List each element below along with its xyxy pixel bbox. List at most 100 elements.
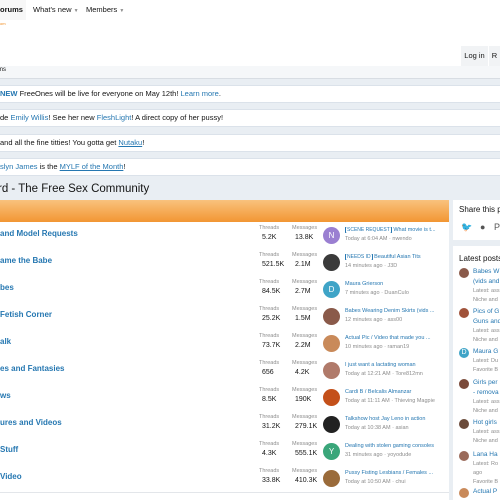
latest-post-forum[interactable]: Favorite B xyxy=(473,367,498,373)
forum-title[interactable]: Fetish Corner xyxy=(0,310,52,319)
avatar[interactable] xyxy=(459,379,469,389)
latest-post-meta: Latest: ass xyxy=(473,399,500,405)
latest-post-title[interactable]: Babes W xyxy=(473,268,499,275)
latest-post-forum[interactable]: Niche and xyxy=(473,297,498,303)
messages-count: 555.1K xyxy=(295,450,318,457)
avatar[interactable] xyxy=(323,389,340,406)
page-title: rd - The Free Sex Community xyxy=(0,183,150,195)
forum-row: es and Fantasies Threads 656 Messages 4.… xyxy=(0,357,449,385)
latest-thread-title[interactable]: I just want a lactating woman xyxy=(345,362,445,368)
forum-title[interactable]: bes xyxy=(0,283,14,292)
avatar[interactable]: D xyxy=(323,281,340,298)
avatar[interactable]: D xyxy=(459,348,469,358)
forum-title[interactable]: Stuff xyxy=(0,445,18,454)
login-button[interactable]: Log in xyxy=(461,46,488,66)
nutaku-link[interactable]: Nutaku xyxy=(118,138,142,147)
nav-tab-members[interactable]: Members ▼ xyxy=(86,0,124,20)
fleshlight-link[interactable]: FleshLight xyxy=(97,113,132,122)
latest-post-title[interactable]: Hot girls xyxy=(473,419,497,426)
sub-nav-item[interactable]: ms xyxy=(0,67,6,73)
forum-title[interactable]: and Model Requests xyxy=(0,229,78,238)
latest-post-title[interactable]: Pics of G xyxy=(473,308,499,315)
forum-title[interactable]: es and Fantasies xyxy=(0,364,64,373)
threads-count: 73.7K xyxy=(262,342,281,349)
reddit-icon[interactable]: ● xyxy=(480,222,485,232)
messages-label: Messages xyxy=(292,306,318,312)
forum-row: Fetish Corner Threads 25.2K Messages 1.5… xyxy=(0,303,449,331)
latest-thread-title[interactable]: Talkshow host Jay Leno in action xyxy=(345,416,445,422)
avatar[interactable] xyxy=(323,362,340,379)
latest-thread-meta: 14 minutes ago · J3D xyxy=(345,263,398,269)
avatar[interactable] xyxy=(459,488,469,498)
register-button[interactable]: R xyxy=(489,46,500,66)
forum-title[interactable]: ures and Videos xyxy=(0,418,62,427)
category-header[interactable] xyxy=(0,200,449,222)
threads-label: Threads xyxy=(259,414,280,420)
threads-count: 31.2K xyxy=(262,423,281,430)
avatar[interactable] xyxy=(323,416,340,433)
messages-count: 2.1M xyxy=(295,261,311,268)
latest-post-forum[interactable]: Niche and xyxy=(473,438,498,444)
forum-title[interactable]: Video xyxy=(0,472,22,481)
avatar[interactable] xyxy=(459,308,469,318)
nav-tab-forums[interactable]: orums xyxy=(0,0,26,20)
main-nav xyxy=(0,46,500,67)
messages-count: 4.2K xyxy=(295,369,310,376)
avatar[interactable] xyxy=(323,470,340,487)
messages-label: Messages xyxy=(292,441,318,447)
latest-thread-title[interactable]: Dealing with stolen gaming consoles xyxy=(345,443,445,449)
latest-post-title[interactable]: Maura G xyxy=(473,348,498,355)
latest-thread-title[interactable]: Pussy Fisting Lesbians / Females ... xyxy=(345,470,445,476)
latest-thread-title[interactable]: NEEDS ID Beautiful Asian Tits xyxy=(345,254,445,260)
avatar[interactable] xyxy=(323,308,340,325)
latest-thread-meta: Today at 10:38 AM · asian xyxy=(345,425,409,431)
avatar[interactable] xyxy=(459,419,469,429)
avatar[interactable] xyxy=(459,268,469,278)
threads-count: 521.5K xyxy=(262,261,285,268)
latest-thread-title[interactable]: Babes Wearing Denim Skirts (vids ... xyxy=(345,308,445,314)
latest-thread-meta: 10 minutes ago · raman19 xyxy=(345,344,410,350)
latest-thread-title[interactable]: Maura Grierson xyxy=(345,281,445,287)
forum-row: and Model Requests Threads 5.2K Messages… xyxy=(0,222,449,250)
messages-label: Messages xyxy=(292,333,318,339)
latest-post-title-cont[interactable]: Guns and xyxy=(473,318,500,325)
forum-title[interactable]: ws xyxy=(0,391,11,400)
model-link[interactable]: slyn James xyxy=(0,162,38,171)
pinterest-icon[interactable]: P xyxy=(494,222,500,232)
avatar[interactable] xyxy=(459,451,469,461)
latest-post-title[interactable]: Lana Ha xyxy=(473,451,498,458)
threads-label: Threads xyxy=(259,225,280,231)
threads-count: 33.8K xyxy=(262,477,281,484)
threads-label: Threads xyxy=(259,360,280,366)
latest-post-forum[interactable]: Favorite B xyxy=(473,479,498,485)
threads-count: 8.5K xyxy=(262,396,277,403)
threads-count: 25.2K xyxy=(262,315,281,322)
avatar[interactable] xyxy=(323,254,340,271)
messages-count: 279.1K xyxy=(295,423,318,430)
twitter-icon[interactable]: 🐦 xyxy=(461,222,472,233)
latest-post-title-cont[interactable]: (vids and xyxy=(473,278,499,285)
emily-willis-link[interactable]: Emily Willis xyxy=(10,113,48,122)
latest-post-title[interactable]: Girls per xyxy=(473,379,498,386)
mylf-link[interactable]: MYLF of the Month xyxy=(60,162,124,171)
forum-title[interactable]: ame the Babe xyxy=(0,256,52,265)
latest-post-meta: Latest: ass xyxy=(473,328,500,334)
avatar[interactable] xyxy=(323,335,340,352)
avatar[interactable]: N xyxy=(323,227,340,244)
latest-post-forum[interactable]: ago xyxy=(473,470,482,476)
avatar[interactable]: Y xyxy=(323,443,340,460)
learn-more-link[interactable]: Learn more xyxy=(181,89,219,98)
latest-posts-title: Latest posts xyxy=(459,254,500,263)
latest-thread-title[interactable]: Cardi B / Belcalis Almanzar xyxy=(345,389,445,395)
latest-thread-title[interactable]: SCENE REQUEST What movie is t... xyxy=(345,227,445,233)
latest-post-forum[interactable]: Niche and xyxy=(473,337,498,343)
nav-tab-whats-new[interactable]: What's new ▼ xyxy=(33,0,79,20)
latest-post-title-cont[interactable]: - remova xyxy=(473,389,499,396)
share-title: Share this p xyxy=(459,205,500,214)
latest-post-title[interactable]: Actual P xyxy=(473,488,497,495)
latest-post-forum[interactable]: Niche and xyxy=(473,408,498,414)
threads-count: 84.5K xyxy=(262,288,281,295)
thread-prefix-tag: NEEDS ID xyxy=(345,254,373,260)
forum-title[interactable]: alk xyxy=(0,337,11,346)
latest-thread-title[interactable]: Actual Pic / Video that made you ... xyxy=(345,335,445,341)
